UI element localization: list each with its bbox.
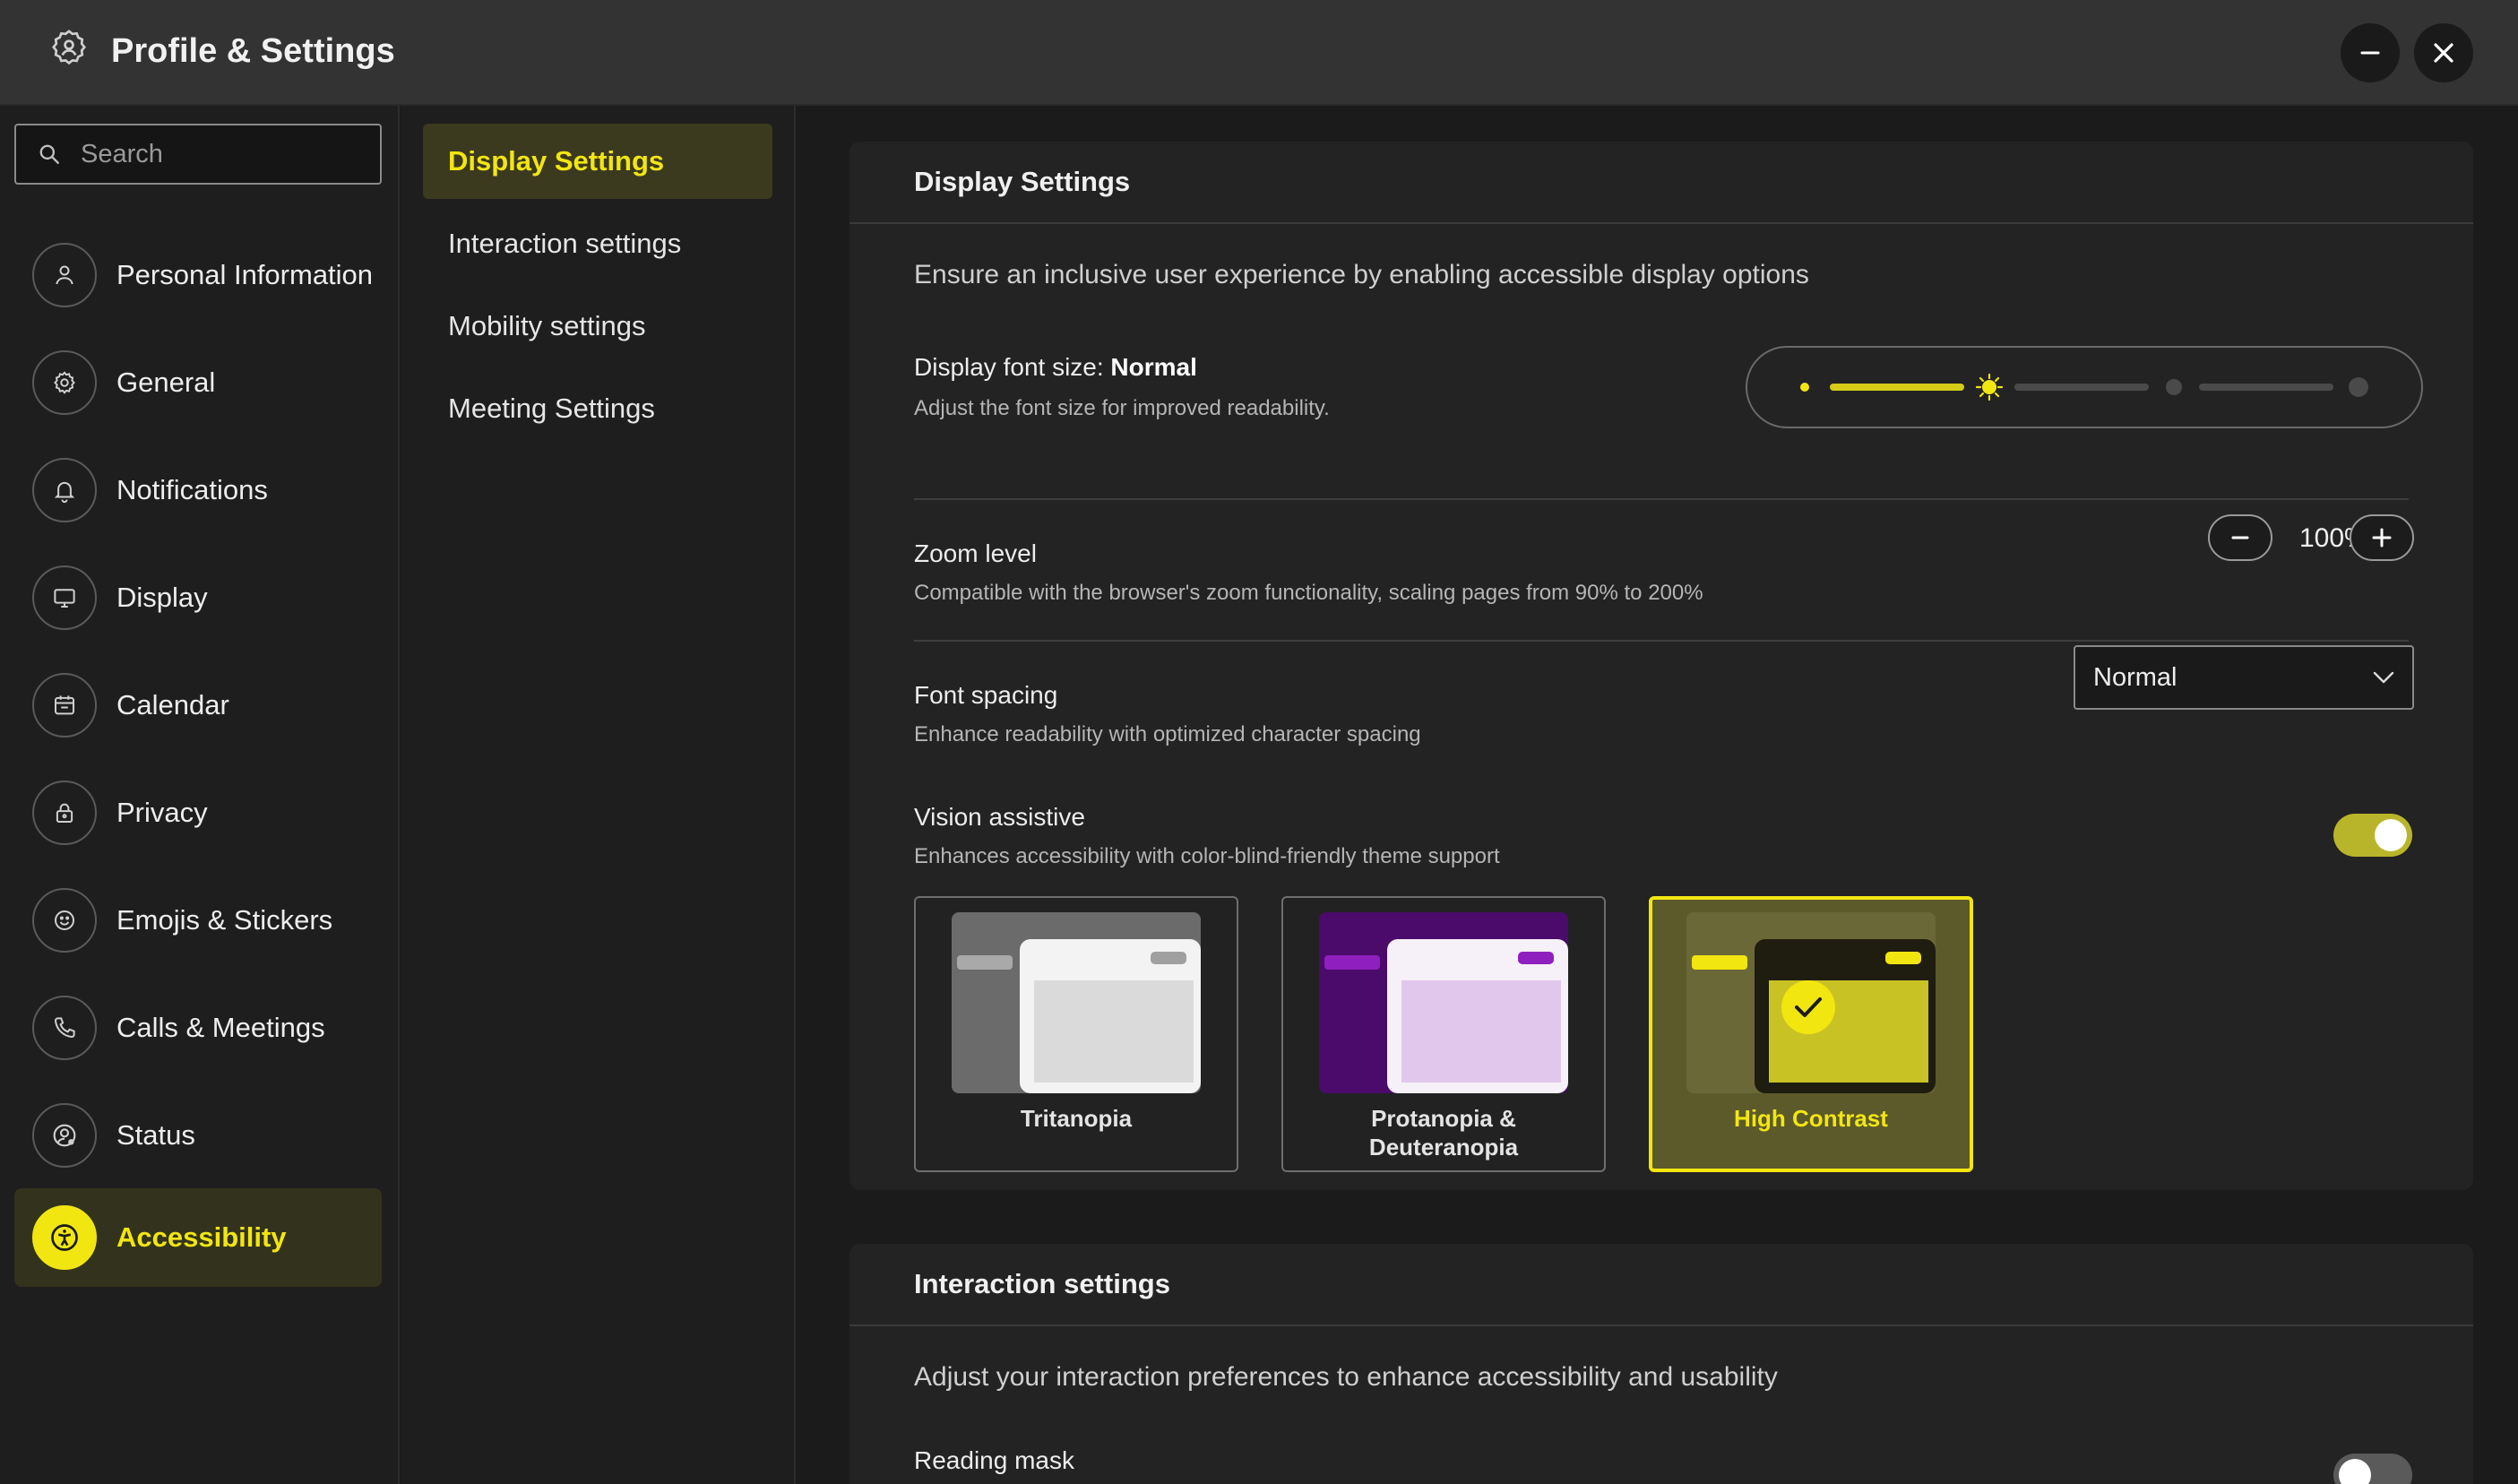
title-bar: Profile & Settings bbox=[0, 0, 2518, 106]
sidebar: Personal Information General Notificatio… bbox=[0, 106, 400, 1484]
divider bbox=[914, 640, 2409, 642]
vision-assistive-subtitle: Enhances accessibility with color-blind-… bbox=[914, 844, 1500, 868]
subnav-item-interaction-settings[interactable]: Interaction settings bbox=[423, 206, 772, 281]
sidebar-item-personal-information[interactable]: Personal Information bbox=[14, 226, 382, 324]
high-contrast-preview bbox=[1686, 912, 1936, 1093]
calendar-icon bbox=[55, 695, 74, 715]
display-settings-description: Ensure an inclusive user experience by e… bbox=[914, 260, 1809, 289]
zoom-title: Zoom level bbox=[914, 539, 1037, 567]
theme-name: High Contrast bbox=[1734, 1105, 1888, 1132]
main-content: Display Settings Ensure an inclusive use… bbox=[798, 106, 2518, 1484]
lock-icon bbox=[56, 803, 73, 823]
font-size-thumb[interactable] bbox=[1975, 373, 2004, 401]
sidebar-item-calendar[interactable]: Calendar bbox=[14, 656, 382, 755]
font-size-track bbox=[2199, 384, 2333, 391]
close-button[interactable] bbox=[2414, 23, 2473, 82]
sidebar-item-label: Privacy bbox=[116, 797, 208, 828]
smiley-icon bbox=[55, 910, 74, 930]
font-spacing-select[interactable]: Normal bbox=[2074, 645, 2414, 710]
font-size-step-dot bbox=[1800, 383, 1809, 392]
zoom-increase-button[interactable] bbox=[2350, 514, 2414, 561]
font-size-track-filled bbox=[1830, 384, 1964, 391]
font-spacing-selected: Normal bbox=[2093, 662, 2177, 692]
minus-icon bbox=[2360, 51, 2380, 55]
check-circle-icon bbox=[1781, 980, 1835, 1034]
tritanopia-preview bbox=[952, 912, 1201, 1093]
sidebar-item-label: Status bbox=[116, 1119, 195, 1151]
search-box[interactable] bbox=[14, 124, 382, 185]
sidebar-item-accessibility[interactable]: Accessibility bbox=[14, 1188, 382, 1287]
sidebar-item-label: Emojis & Stickers bbox=[116, 904, 333, 936]
minimize-button[interactable] bbox=[2341, 23, 2400, 82]
sidebar-item-label: Display bbox=[116, 582, 208, 613]
zoom-decrease-button[interactable] bbox=[2208, 514, 2272, 561]
minus-icon bbox=[2231, 536, 2249, 539]
font-spacing-subtitle: Enhance readability with optimized chara… bbox=[914, 722, 1421, 746]
search-icon bbox=[39, 144, 59, 164]
font-size-slider[interactable] bbox=[1746, 346, 2423, 428]
search-input[interactable] bbox=[81, 139, 367, 169]
sidebar-item-notifications[interactable]: Notifications bbox=[14, 441, 382, 539]
vision-assistive-toggle[interactable] bbox=[2333, 814, 2412, 857]
sidebar-item-display[interactable]: Display bbox=[14, 548, 382, 647]
divider bbox=[914, 498, 2409, 500]
font-spacing-title: Font spacing bbox=[914, 681, 1058, 709]
sidebar-item-label: Personal Information bbox=[116, 259, 374, 290]
font-size-step-dot[interactable] bbox=[2349, 377, 2368, 397]
interaction-settings-header: Interaction settings bbox=[849, 1244, 2473, 1326]
theme-card-tritanopia[interactable]: Tritanopia bbox=[914, 896, 1238, 1172]
vision-assistive-title: Vision assistive bbox=[914, 803, 1085, 831]
gear-icon bbox=[54, 371, 75, 394]
subnav: Display Settings Interaction settings Mo… bbox=[401, 106, 796, 1484]
protanopia-preview bbox=[1319, 912, 1568, 1093]
sidebar-item-label: Accessibility bbox=[116, 1221, 287, 1253]
chevron-down-icon bbox=[2373, 671, 2394, 684]
font-size-subtitle: Adjust the font size for improved readab… bbox=[914, 396, 1330, 420]
plus-icon bbox=[2372, 528, 2392, 548]
window-title: Profile & Settings bbox=[111, 32, 395, 70]
interaction-settings-description: Adjust your interaction preferences to e… bbox=[914, 1362, 1778, 1392]
subnav-item-display-settings[interactable]: Display Settings bbox=[423, 124, 772, 199]
sidebar-item-general[interactable]: General bbox=[14, 333, 382, 432]
zoom-subtitle: Compatible with the browser's zoom funct… bbox=[914, 581, 1703, 605]
interaction-settings-card: Interaction settings Adjust your interac… bbox=[849, 1244, 2473, 1484]
subnav-item-meeting-settings[interactable]: Meeting Settings bbox=[423, 371, 772, 446]
accessibility-icon bbox=[51, 1224, 78, 1251]
theme-card-protanopia-deuteranopia[interactable]: Protanopia & Deuteranopia bbox=[1281, 896, 1606, 1172]
sidebar-item-label: Calls & Meetings bbox=[116, 1012, 325, 1043]
sidebar-item-emojis-stickers[interactable]: Emojis & Stickers bbox=[14, 871, 382, 970]
toggle-knob bbox=[2339, 1459, 2371, 1484]
sidebar-item-label: Notifications bbox=[116, 474, 268, 505]
sidebar-item-privacy[interactable]: Privacy bbox=[14, 764, 382, 862]
monitor-icon bbox=[54, 589, 75, 608]
sidebar-item-status[interactable]: Status bbox=[14, 1086, 382, 1185]
sidebar-item-label: General bbox=[116, 367, 216, 398]
theme-card-high-contrast[interactable]: High Contrast bbox=[1649, 896, 1973, 1172]
font-size-track bbox=[2014, 384, 2149, 391]
close-icon bbox=[2434, 43, 2453, 63]
subnav-item-mobility-settings[interactable]: Mobility settings bbox=[423, 289, 772, 364]
font-size-step-dot[interactable] bbox=[2166, 379, 2182, 395]
display-settings-header: Display Settings bbox=[849, 142, 2473, 224]
display-settings-card: Display Settings Ensure an inclusive use… bbox=[849, 142, 2473, 1190]
theme-name: Protanopia & Deuteranopia bbox=[1368, 1105, 1519, 1160]
theme-name: Tritanopia bbox=[1020, 1105, 1133, 1132]
person-icon bbox=[56, 265, 73, 285]
reading-mask-toggle[interactable] bbox=[2333, 1454, 2412, 1484]
phone-icon bbox=[54, 1017, 75, 1039]
toggle-knob bbox=[2375, 819, 2407, 851]
bell-icon bbox=[54, 481, 75, 504]
font-size-title: Display font size: Normal bbox=[914, 353, 1197, 381]
sidebar-item-label: Calendar bbox=[116, 689, 229, 720]
reading-mask-title: Reading mask bbox=[914, 1446, 1074, 1474]
sidebar-item-calls-meetings[interactable]: Calls & Meetings bbox=[14, 979, 382, 1077]
user-status-icon bbox=[53, 1124, 76, 1147]
font-size-value: Normal bbox=[1110, 353, 1197, 381]
gear-user-icon bbox=[52, 30, 86, 65]
